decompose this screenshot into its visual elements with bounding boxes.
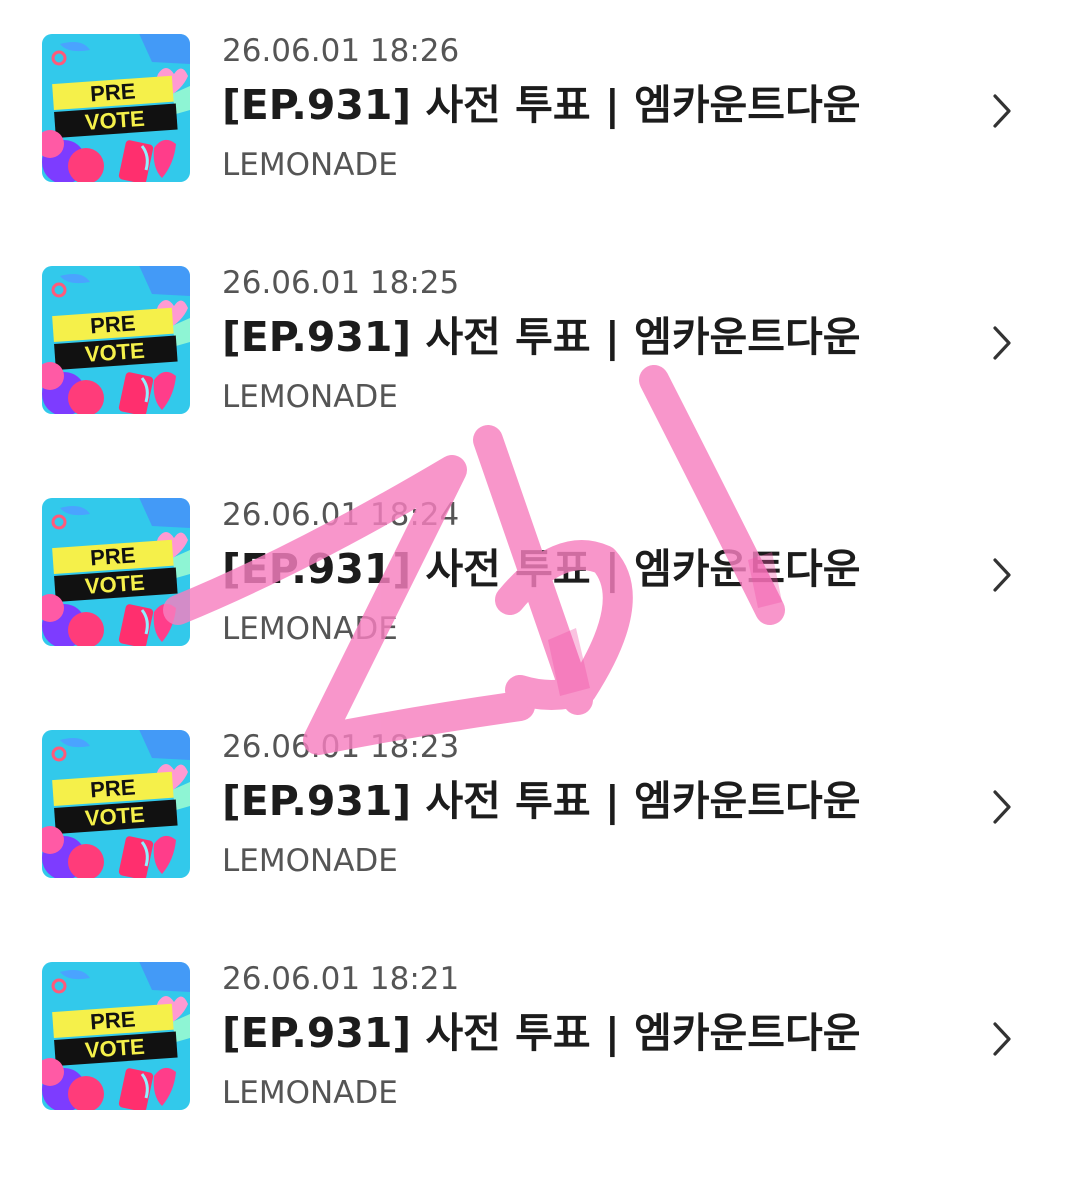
thumb-text-vote: VOTE <box>84 802 146 831</box>
pre-vote-thumbnail: PRE VOTE <box>42 962 190 1110</box>
pre-vote-thumbnail: PRE VOTE <box>42 498 190 646</box>
vote-source: LEMONADE <box>222 843 398 879</box>
vote-date: 26.06.01 18:24 <box>222 497 460 533</box>
list-item[interactable]: PRE VOTE 26.06.01 18:21 [EP.931] 사전 투표 |… <box>0 962 1080 1162</box>
vote-date: 26.06.01 18:26 <box>222 33 460 69</box>
vote-date: 26.06.01 18:23 <box>222 729 460 765</box>
pre-vote-thumbnail: PRE VOTE <box>42 266 190 414</box>
chevron-right-icon[interactable] <box>988 1019 1016 1059</box>
list-item[interactable]: PRE VOTE 26.06.01 18:25 [EP.931] 사전 투표 |… <box>0 266 1080 466</box>
list-item[interactable]: PRE VOTE 26.06.01 18:26 [EP.931] 사전 투표 |… <box>0 34 1080 234</box>
vote-date: 26.06.01 18:25 <box>222 265 460 301</box>
vote-source: LEMONADE <box>222 1075 398 1111</box>
thumb-text-vote: VOTE <box>84 106 146 135</box>
list-item[interactable]: PRE VOTE 26.06.01 18:23 [EP.931] 사전 투표 |… <box>0 730 1080 930</box>
thumb-text-pre: PRE <box>89 774 136 802</box>
vote-source: LEMONADE <box>222 147 398 183</box>
chevron-right-icon[interactable] <box>988 555 1016 595</box>
thumb-text-pre: PRE <box>89 78 136 106</box>
vote-title[interactable]: [EP.931] 사전 투표 | 엠카운트다운 <box>222 546 860 592</box>
chevron-right-icon[interactable] <box>988 323 1016 363</box>
thumb-text-pre: PRE <box>89 310 136 338</box>
thumb-text-vote: VOTE <box>84 570 146 599</box>
vote-title[interactable]: [EP.931] 사전 투표 | 엠카운트다운 <box>222 778 860 824</box>
list-item[interactable]: PRE VOTE 26.06.01 18:24 [EP.931] 사전 투표 |… <box>0 498 1080 698</box>
chevron-right-icon[interactable] <box>988 91 1016 131</box>
vote-source: LEMONADE <box>222 379 398 415</box>
thumb-text-vote: VOTE <box>84 338 146 367</box>
thumb-text-vote: VOTE <box>84 1034 146 1063</box>
vote-title[interactable]: [EP.931] 사전 투표 | 엠카운트다운 <box>222 1010 860 1056</box>
pre-vote-thumbnail: PRE VOTE <box>42 730 190 878</box>
thumb-text-pre: PRE <box>89 542 136 570</box>
vote-title[interactable]: [EP.931] 사전 투표 | 엠카운트다운 <box>222 314 860 360</box>
vote-source: LEMONADE <box>222 611 398 647</box>
thumb-text-pre: PRE <box>89 1006 136 1034</box>
chevron-right-icon[interactable] <box>988 787 1016 827</box>
pre-vote-thumbnail: PRE VOTE <box>42 34 190 182</box>
vote-title[interactable]: [EP.931] 사전 투표 | 엠카운트다운 <box>222 82 860 128</box>
vote-date: 26.06.01 18:21 <box>222 961 460 997</box>
